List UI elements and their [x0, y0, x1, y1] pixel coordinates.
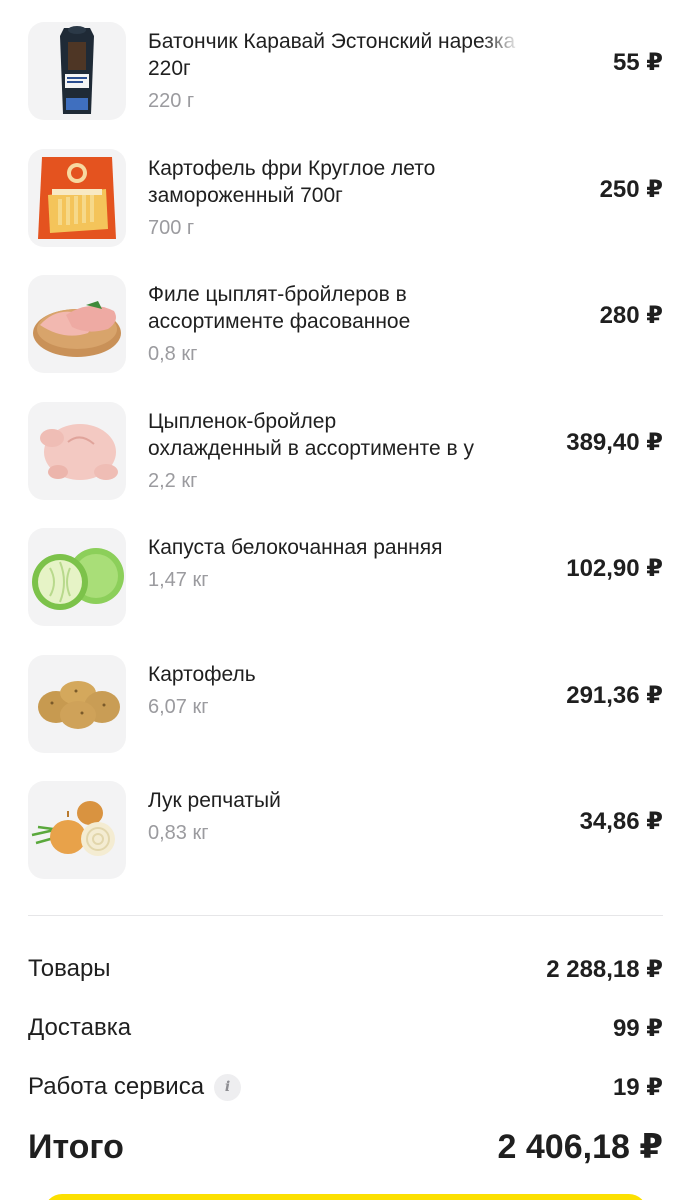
service-label-group: Работа сервиса i	[28, 1073, 242, 1101]
potatoes-icon	[28, 654, 126, 753]
summary-divider	[28, 915, 663, 916]
total-value: 2 406,18 ₽	[497, 1128, 663, 1166]
summary-goods-row: Товары 2 288,18 ₽	[28, 951, 663, 987]
item-title-line: охлажденный в ассортименте в у	[148, 436, 474, 460]
info-icon[interactable]: i	[214, 1073, 242, 1101]
service-label: Работа сервиса	[28, 1073, 205, 1100]
item-price: 250 ₽	[599, 175, 663, 203]
item-price: 55 ₽	[612, 49, 663, 77]
item-title: Батончик Каравай Эстонский нарезка 220г	[148, 28, 520, 82]
item-title: Цыпленок-бройлер охлажденный в ассортиме…	[148, 408, 520, 462]
summary-total-row: Итого 2 406,18 ₽	[28, 1122, 663, 1172]
item-title: Капуста белокочанная ранняя	[148, 534, 520, 561]
item-title: Картофель фри Круглое лето замороженный …	[148, 155, 520, 209]
cabbage-icon	[28, 528, 126, 626]
item-title: Филе цыплят-бройлеров в ассортименте фас…	[148, 281, 520, 335]
goods-value: 2 288,18 ₽	[546, 955, 663, 983]
chicken-fillet-icon	[28, 275, 126, 373]
item-info: Картофель 6,07 кг	[148, 661, 520, 721]
item-weight: 700 г	[148, 216, 195, 239]
list-item[interactable]: Цыпленок-бройлер охлажденный в ассортиме…	[0, 380, 691, 507]
list-item[interactable]: Картофель фри Круглое лето замороженный …	[0, 127, 691, 254]
item-title-line: замороженный 700г	[148, 183, 343, 207]
item-title: Лук репчатый	[148, 787, 520, 814]
item-info: Лук репчатый 0,83 кг	[148, 787, 520, 847]
item-title-line: Батончик Каравай Эстонский нарезка	[148, 30, 516, 53]
item-price: 102,90 ₽	[566, 555, 663, 583]
item-weight: 2,2 кг	[148, 469, 198, 492]
item-price: 291,36 ₽	[566, 681, 663, 709]
item-title-line: Картофель фри Круглое лето	[148, 156, 436, 180]
item-title-line: Картофель	[148, 662, 256, 686]
item-title-line: Лук репчатый	[148, 789, 281, 812]
goods-label: Товары	[28, 955, 111, 982]
item-title-line: Капуста белокочанная ранняя	[148, 536, 443, 559]
item-info: Филе цыплят-бройлеров в ассортименте фас…	[148, 281, 520, 368]
delivery-label: Доставка	[28, 1014, 132, 1041]
order-items-list: Батончик Каравай Эстонский нарезка 220г …	[0, 0, 691, 886]
list-item[interactable]: Лук репчатый 0,83 кг 34,86 ₽	[0, 759, 691, 886]
list-item[interactable]: Капуста белокочанная ранняя 1,47 кг 102,…	[0, 506, 691, 633]
item-weight: 1,47 кг	[148, 569, 209, 591]
item-weight: 220 г	[148, 90, 195, 112]
item-weight: 0,8 кг	[148, 343, 198, 365]
item-price: 389,40 ₽	[566, 428, 663, 456]
item-title: Картофель	[148, 661, 520, 688]
item-title-line: Цыпленок-бройлер	[148, 409, 337, 433]
whole-chicken-icon	[28, 401, 126, 500]
item-info: Цыпленок-бройлер охлажденный в ассортиме…	[148, 408, 520, 495]
fries-package-icon	[28, 148, 126, 247]
item-weight: 0,83 кг	[148, 822, 209, 844]
item-title-line: ассортименте фасованное	[148, 310, 411, 333]
list-item[interactable]: Батончик Каравай Эстонский нарезка 220г …	[0, 0, 691, 127]
total-label: Итого	[28, 1127, 124, 1166]
delivery-value: 99 ₽	[612, 1014, 663, 1042]
onion-icon	[28, 781, 126, 879]
order-screen: Батончик Каравай Эстонский нарезка 220г …	[0, 0, 691, 1200]
checkout-button[interactable]	[44, 1194, 647, 1200]
list-item[interactable]: Филе цыплят-бройлеров в ассортименте фас…	[0, 253, 691, 380]
bread-package-icon	[28, 22, 126, 120]
summary-delivery-row: Доставка 99 ₽	[28, 1010, 663, 1046]
item-weight: 6,07 кг	[148, 695, 209, 718]
item-info: Картофель фри Круглое лето замороженный …	[148, 155, 520, 242]
item-price: 34,86 ₽	[579, 808, 663, 836]
item-info: Капуста белокочанная ранняя 1,47 кг	[148, 534, 520, 594]
summary-service-row: Работа сервиса i 19 ₽	[28, 1069, 663, 1105]
item-info: Батончик Каравай Эстонский нарезка 220г …	[148, 28, 520, 115]
item-title-line: Филе цыплят-бройлеров в	[148, 283, 407, 306]
item-title-line: 220г	[148, 57, 191, 80]
list-item[interactable]: Картофель 6,07 кг 291,36 ₽	[0, 633, 691, 760]
service-value: 19 ₽	[612, 1073, 663, 1101]
item-price: 280 ₽	[599, 302, 663, 330]
